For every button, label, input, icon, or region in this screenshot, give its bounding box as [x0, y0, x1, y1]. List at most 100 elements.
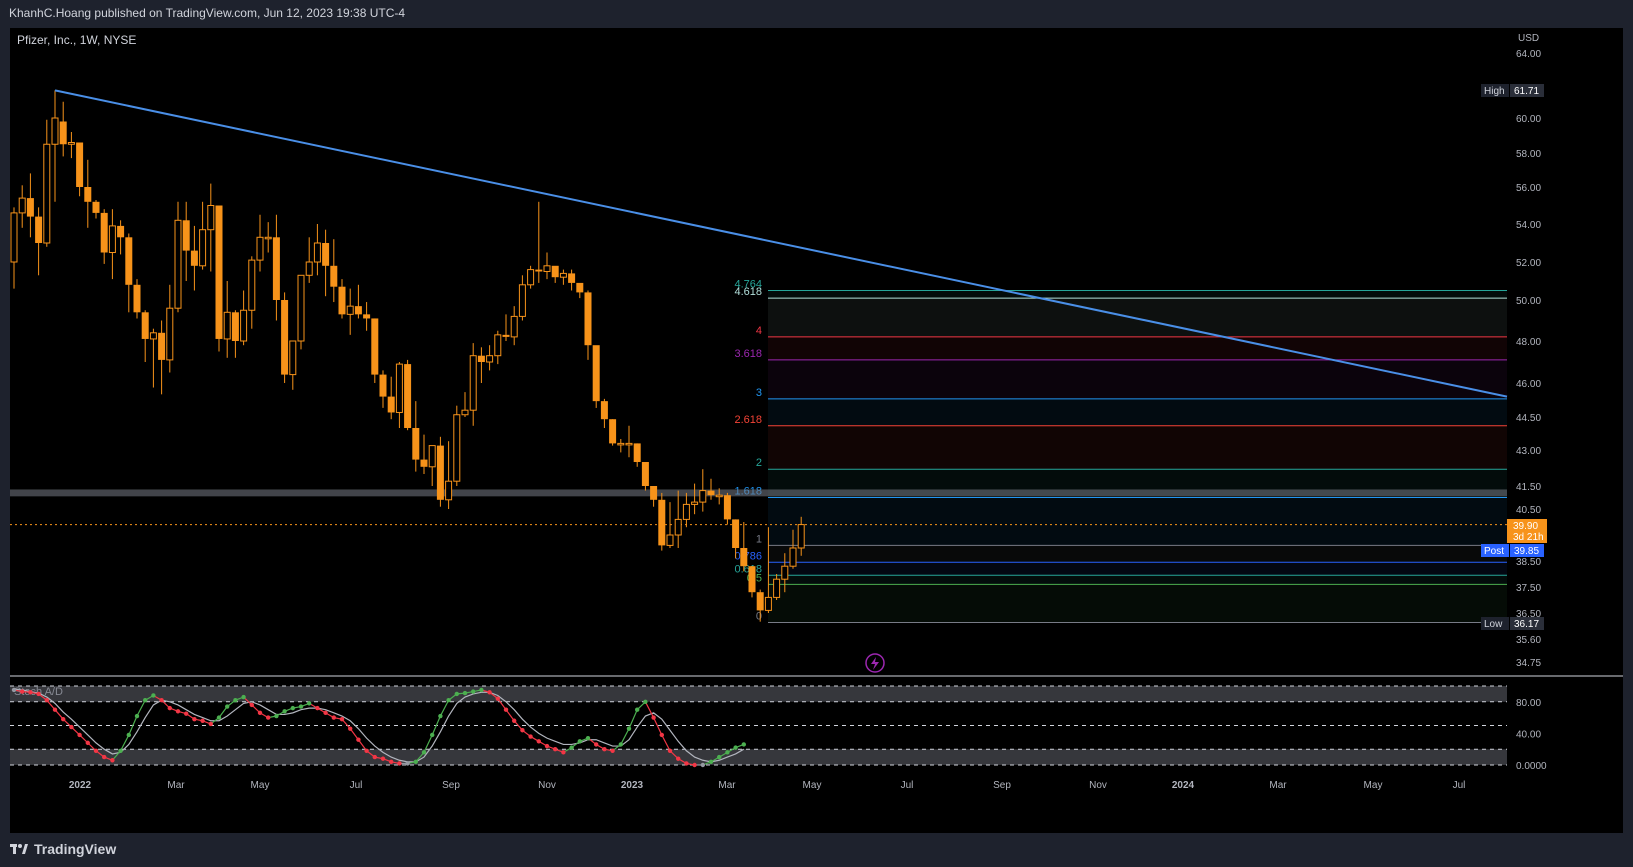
candle-body [76, 142, 84, 187]
indicator-band [10, 749, 1507, 765]
support-zone[interactable] [10, 489, 1507, 497]
candle-body [26, 198, 34, 217]
price-tick-label: 43.00 [1516, 446, 1541, 457]
candle-body [43, 143, 51, 244]
fib-zone [768, 425, 1507, 470]
indicator-point [741, 742, 746, 747]
low-badge-label: Low [1484, 619, 1503, 630]
candle-body [625, 442, 633, 446]
candle-body [223, 311, 231, 340]
indicator-point [610, 748, 615, 753]
candle-body [781, 565, 789, 580]
candle-body [428, 445, 436, 468]
price-tick-label: 37.50 [1516, 583, 1541, 594]
price-tick-label: 38.50 [1516, 557, 1541, 568]
fib-zone [768, 497, 1507, 546]
candle-body [297, 274, 305, 342]
indicator-point [528, 734, 533, 739]
indicator-point [626, 726, 632, 731]
time-tick-label: 2024 [1172, 780, 1195, 791]
footer-bar: TradingView [0, 833, 1633, 867]
indicator-point [208, 721, 213, 727]
indicator-point [266, 715, 271, 720]
candle-body [387, 396, 395, 413]
candle-body [51, 117, 59, 145]
high-badge-value: 61.71 [1514, 86, 1539, 97]
candle-body [535, 269, 543, 272]
indicator-point [339, 716, 345, 722]
indicator-point [307, 701, 312, 706]
indicator-point [725, 750, 730, 755]
candle-body [740, 548, 748, 567]
candle-body [231, 312, 239, 341]
fib-zone [768, 562, 1507, 576]
time-tick-label: May [1364, 780, 1383, 791]
indicator-point [717, 754, 722, 760]
candle-body [436, 445, 444, 500]
candle-body [789, 547, 797, 567]
indicator-point [126, 732, 131, 738]
candle-body [773, 578, 781, 598]
candle-body [691, 501, 699, 505]
indicator-point [249, 702, 254, 708]
candle-body [592, 345, 600, 402]
chart-area[interactable]: 4.7644.61843.61832.61821.61810.7860.6180… [10, 28, 1623, 833]
fib-level-label: 0.786 [734, 550, 762, 562]
chart-svg[interactable]: 4.7644.61843.61832.61821.61810.7860.6180… [10, 28, 1623, 833]
time-tick-label: Nov [1089, 780, 1107, 791]
currency-label: USD [1518, 33, 1539, 44]
publisher-text: KhanhC.Hoang published on TradingView.co… [9, 6, 406, 20]
low-badge: Low 36.17 [1481, 617, 1544, 630]
candle-body [609, 419, 617, 444]
time-tick-label: Mar [167, 780, 185, 791]
candle-body [207, 205, 215, 231]
chart-title: Pfizer, Inc., 1W, NYSE [17, 33, 136, 47]
indicator-point [553, 747, 558, 752]
price-tick-label: 60.00 [1516, 114, 1541, 125]
fib-level-label: 4 [756, 325, 762, 337]
fib-extension[interactable]: 4.7644.61843.61832.61821.61810.7860.6180… [734, 279, 1507, 624]
indicator-point [331, 715, 336, 720]
tradingview-logo[interactable]: TradingView [10, 841, 116, 857]
candle-body [117, 225, 125, 238]
candle-body [494, 334, 502, 357]
indicator-point [110, 758, 115, 763]
fib-zone [768, 398, 1507, 426]
fib-level-label: 0 [756, 611, 762, 623]
indicator-point [536, 739, 541, 744]
indicator-point [413, 759, 418, 765]
indicator-point [348, 726, 353, 731]
indicator-point [36, 691, 41, 697]
candle-body [149, 332, 157, 340]
candle-body [346, 305, 354, 315]
candle-body [371, 318, 379, 375]
fib-level-label: 1 [756, 533, 762, 545]
tradingview-logo-icon [10, 842, 28, 856]
indicator-point [503, 707, 509, 712]
indicator-point [594, 742, 599, 747]
high-badge: High 61.71 [1481, 84, 1544, 97]
candle-body [313, 242, 321, 263]
candle-body [158, 332, 166, 360]
candle-body [182, 220, 190, 251]
candle-body [248, 259, 256, 311]
price-tick-label: 58.00 [1516, 149, 1541, 160]
candle-body [797, 524, 805, 549]
price-tick-label: 41.50 [1516, 482, 1541, 493]
candle-body [510, 315, 518, 338]
indicator-point [233, 698, 238, 703]
indicator-point [93, 748, 99, 753]
candle-body [650, 486, 658, 500]
indicator-point [635, 707, 640, 712]
candle-body [174, 219, 182, 309]
candle-body [723, 495, 731, 520]
indicator-point [520, 728, 525, 733]
candle-body [707, 490, 715, 496]
indicator-point [544, 743, 550, 749]
candle-body [354, 306, 362, 315]
indicator-point [11, 687, 17, 693]
indicator-point [102, 754, 107, 760]
time-tick-label: Jul [350, 780, 363, 791]
indicator-point [225, 704, 230, 709]
indicator-point [430, 732, 435, 738]
